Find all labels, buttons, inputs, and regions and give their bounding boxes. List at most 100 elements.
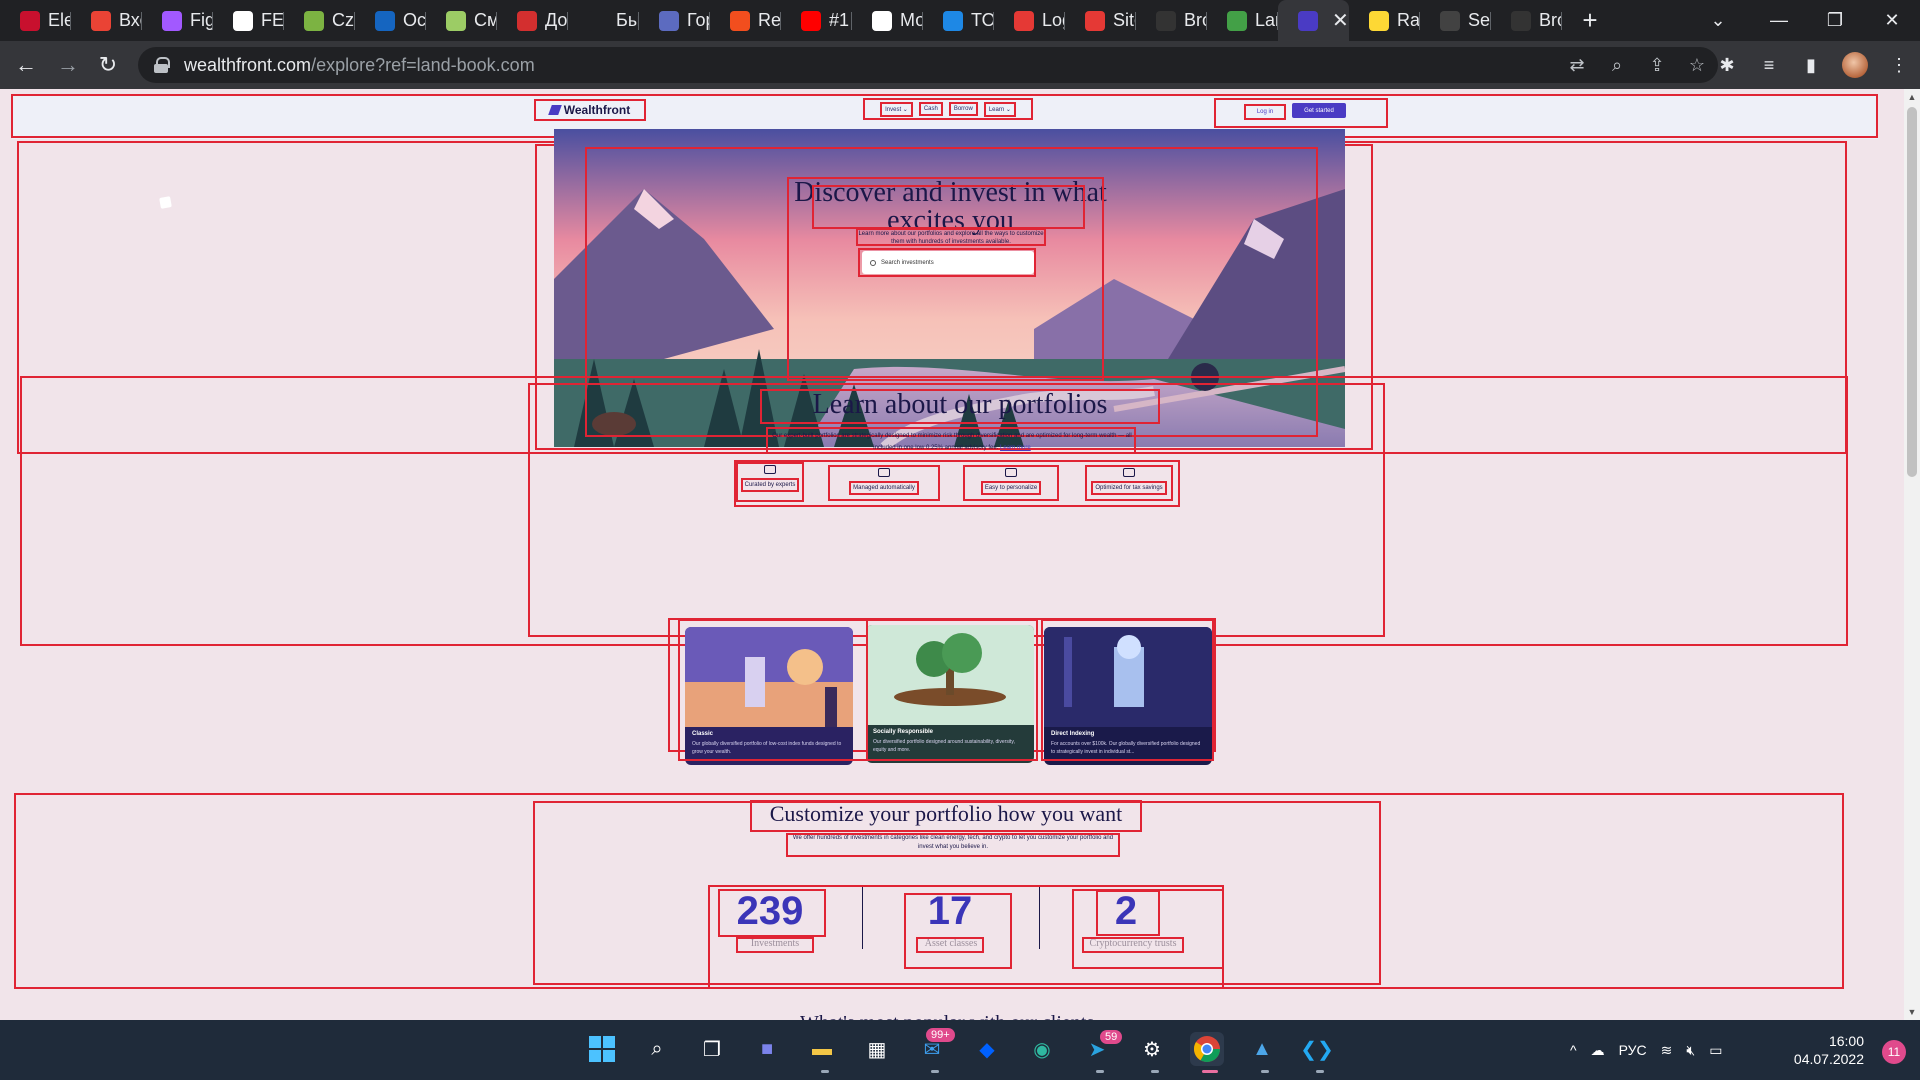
browser-tab[interactable]: Осі [355, 0, 426, 41]
close-tab-icon[interactable]: ✕ [1332, 8, 1349, 33]
tab-search-icon[interactable]: ⌄ [1690, 0, 1746, 41]
language-indicator[interactable]: РУС [1619, 1042, 1647, 1058]
globe-icon [659, 10, 679, 31]
annotation-box [1214, 98, 1388, 128]
system-tray: ^ ☁ РУС ≋ 🔇︎ ▭ [1570, 1020, 1722, 1080]
tray-chevron-icon[interactable]: ^ [1570, 1042, 1577, 1058]
annotation-box [786, 833, 1120, 857]
scroll-up-icon[interactable]: ▲ [1904, 89, 1920, 105]
leaf-icon [1227, 10, 1247, 31]
browser-tab[interactable]: Log [994, 0, 1065, 41]
extensions-icon[interactable]: ✱ [1716, 55, 1738, 76]
running-indicator [1261, 1070, 1269, 1073]
browser-tab[interactable]: #1 [781, 0, 852, 41]
browser-tab[interactable]: Rec [710, 0, 781, 41]
annotation-box [812, 185, 1085, 229]
browser-tab[interactable]: ✕ [1278, 0, 1349, 41]
lock-icon[interactable] [154, 57, 170, 73]
browser-tab[interactable]: Bro [1491, 0, 1562, 41]
reload-icon[interactable]: ↻ [92, 49, 124, 81]
browser-tab[interactable]: До [497, 0, 568, 41]
browser-tab[interactable]: Site [1065, 0, 1136, 41]
close-window-icon[interactable]: ✕ [1864, 0, 1920, 41]
tab-title: Rec [758, 10, 781, 30]
annotation-box [736, 937, 814, 953]
browser-tab[interactable]: Cze [284, 0, 355, 41]
tab-title: См [474, 10, 497, 30]
page-scrollbar[interactable]: ▲ ▼ [1904, 89, 1920, 1020]
store-icon[interactable]: ▦ [860, 1032, 894, 1066]
scroll-down-icon[interactable]: ▼ [1904, 1004, 1920, 1020]
settings-icon[interactable]: ⚙ [1135, 1032, 1169, 1066]
url-path: /explore?ref=land-book.com [311, 54, 535, 75]
annotation-box [678, 619, 868, 761]
start-icon[interactable] [585, 1032, 619, 1066]
sidepanel-icon[interactable]: ▮ [1800, 55, 1822, 76]
dropbox-icon[interactable]: ◆ [970, 1032, 1004, 1066]
browser-tab[interactable]: Мо [852, 0, 923, 41]
minimize-icon[interactable]: — [1751, 0, 1807, 41]
blank-icon [588, 10, 608, 31]
new-tab-icon[interactable]: + [1570, 0, 1610, 41]
task-view-icon[interactable]: ❐ [695, 1032, 729, 1066]
chrome-icon[interactable] [1190, 1032, 1224, 1066]
notification-badge[interactable]: 11 [1882, 1040, 1906, 1064]
figma-icon [730, 10, 750, 31]
bookmark-star-icon[interactable]: ☆ [1686, 55, 1708, 76]
browser-tab[interactable]: Вхо [71, 0, 142, 41]
edge-icon[interactable]: ◉ [1025, 1032, 1059, 1066]
forward-icon[interactable]: → [52, 49, 84, 81]
tab-title: Bro [1539, 10, 1562, 30]
vscode-icon[interactable]: ❮❯ [1300, 1032, 1334, 1066]
stat-divider [862, 887, 863, 949]
chart-icon [943, 10, 963, 31]
wheel-icon [446, 10, 466, 31]
wealthfront-icon [1298, 10, 1318, 31]
battery-icon[interactable]: ▭ [1709, 1042, 1722, 1059]
annotation-box [828, 465, 940, 501]
media-icon[interactable]: ≡ [1758, 55, 1780, 76]
browser-tab[interactable]: FE3 [213, 0, 284, 41]
scroll-thumb[interactable] [1907, 107, 1917, 477]
clock-date: 04.07.2022 [1793, 1051, 1864, 1067]
profile-avatar[interactable] [1842, 52, 1868, 78]
annotation-box [766, 427, 1136, 454]
browser-tab[interactable]: TO [923, 0, 994, 41]
annotation-box [736, 462, 804, 502]
browser-tab[interactable]: См [426, 0, 497, 41]
browser-tab[interactable]: Bro [1136, 0, 1207, 41]
back-icon[interactable]: ← [10, 49, 42, 81]
browser-tab[interactable]: Lan [1207, 0, 1278, 41]
browser-tab[interactable]: Sec [1420, 0, 1491, 41]
translate-icon[interactable]: ⇄ [1566, 55, 1588, 76]
search-icon[interactable]: ⌕ [640, 1032, 674, 1066]
clock[interactable]: 16:00 04.07.2022 [1794, 1032, 1864, 1068]
onedrive-icon[interactable]: ☁ [1591, 1042, 1605, 1059]
annotation-box [1085, 465, 1173, 501]
github-icon [233, 10, 253, 31]
mail-badge: 99+ [926, 1028, 955, 1042]
share-icon[interactable]: ⇪ [1646, 55, 1668, 76]
tab-title: Гор [687, 10, 710, 30]
annotation-box [750, 800, 1142, 832]
tab-separator [1561, 12, 1562, 30]
annotation-box [1096, 890, 1160, 936]
youtube-icon [801, 10, 821, 31]
menu-icon[interactable]: ⋮ [1888, 55, 1910, 76]
wifi-icon[interactable]: ≋ [1661, 1042, 1673, 1059]
volume-muted-icon[interactable]: 🔇︎ [1686, 1042, 1695, 1059]
browser-tab[interactable]: Бы [568, 0, 639, 41]
browser-tab[interactable]: Гор [639, 0, 710, 41]
teams-chat-icon[interactable]: ■ [750, 1032, 784, 1066]
browser-tab[interactable]: Rai [1349, 0, 1420, 41]
maximize-icon[interactable]: ❐ [1807, 0, 1863, 41]
file-explorer-icon[interactable]: ▬ [805, 1032, 839, 1066]
zoom-icon[interactable]: ⌕ [1606, 55, 1628, 76]
page-viewport: Wealthfront Invest ⌄ Cash Borrow Learn ⌄… [0, 89, 1920, 1020]
tab-title: Lan [1255, 10, 1278, 30]
browser-tab[interactable]: Fig [142, 0, 213, 41]
browser-tab[interactable]: Elel [0, 0, 71, 41]
photos-icon[interactable]: ▲ [1245, 1032, 1279, 1066]
tab-title: Log [1042, 10, 1065, 30]
address-bar[interactable]: wealthfront.com/explore?ref=land-book.co… [138, 47, 1718, 83]
